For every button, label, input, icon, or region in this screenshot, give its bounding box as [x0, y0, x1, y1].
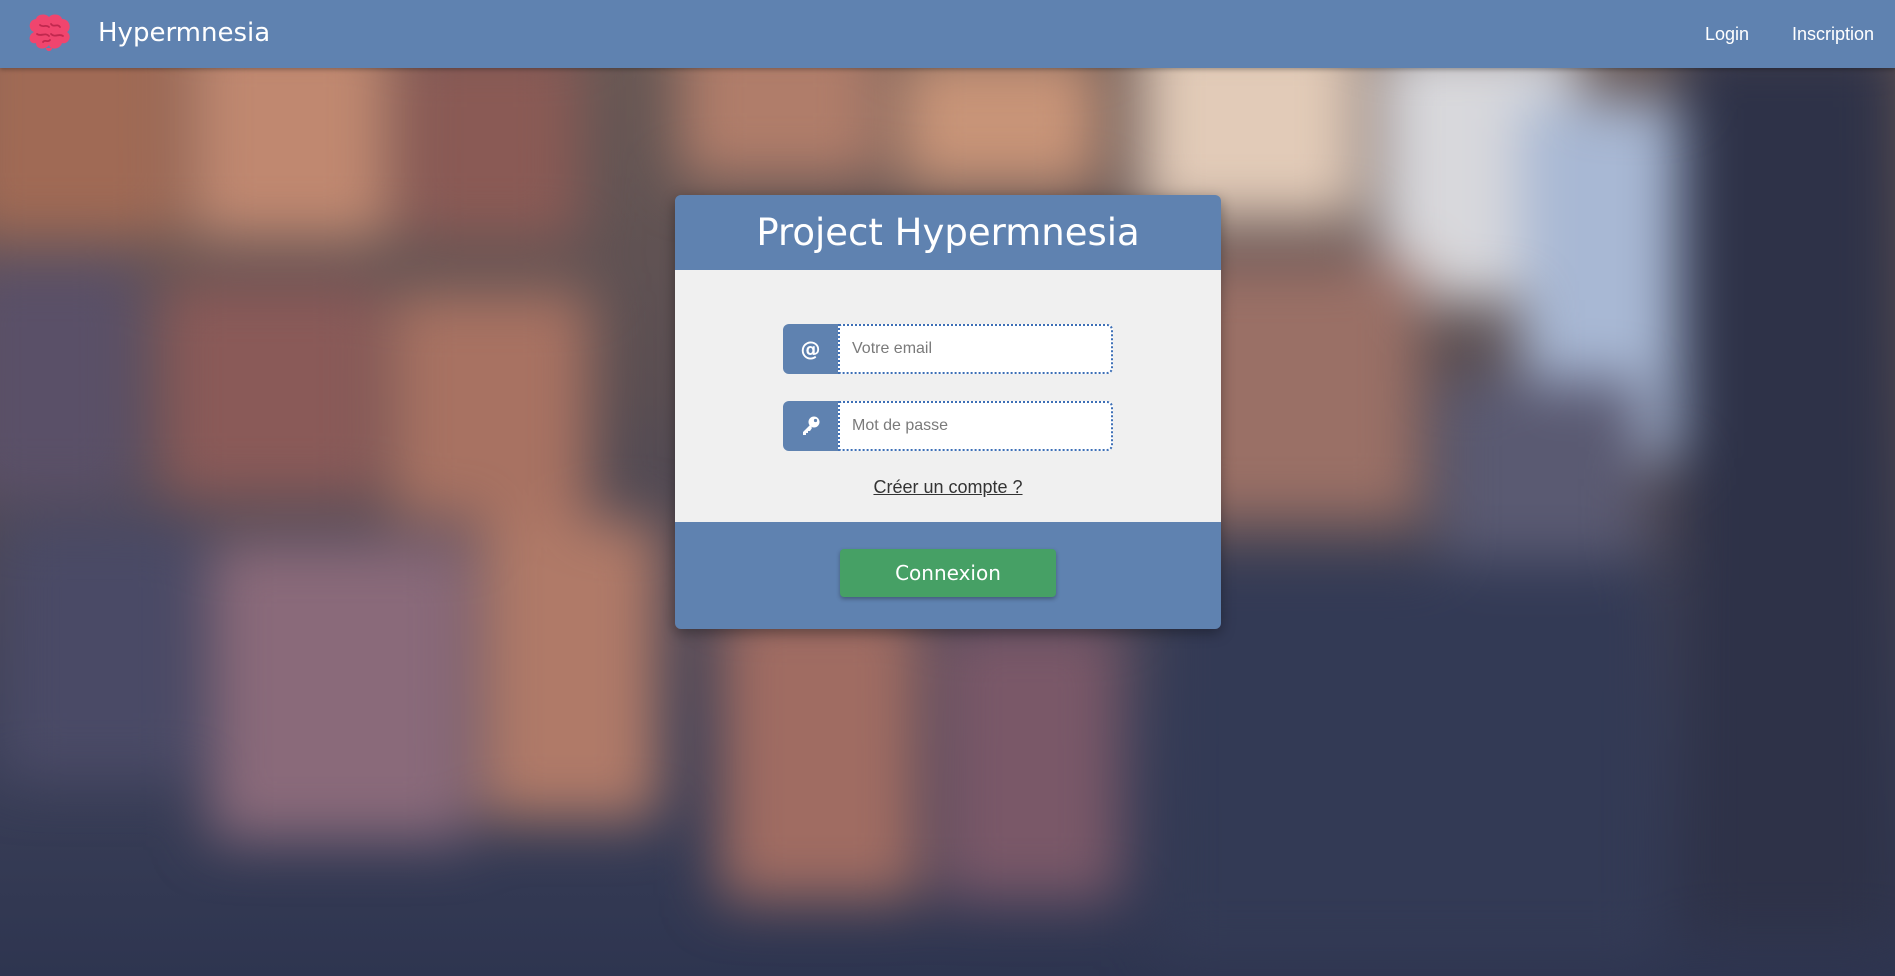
brain-icon[interactable] — [24, 12, 76, 54]
card-footer: Connexion — [675, 522, 1221, 629]
top-navbar: Hypermnesia Login Inscription — [0, 0, 1895, 68]
password-input-group — [783, 401, 1113, 451]
card-header: Project Hypermnesia — [675, 195, 1221, 270]
nav-login-link[interactable]: Login — [1705, 22, 1749, 46]
create-account-link[interactable]: Créer un compte ? — [675, 477, 1221, 498]
email-input-group: @ — [783, 324, 1113, 374]
card-title: Project Hypermnesia — [756, 211, 1140, 254]
email-field[interactable] — [838, 324, 1113, 374]
connexion-button[interactable]: Connexion — [840, 549, 1056, 597]
nav-signup-link[interactable]: Inscription — [1792, 22, 1874, 46]
key-icon — [783, 401, 838, 451]
at-icon: @ — [783, 324, 838, 374]
brand-name[interactable]: Hypermnesia — [98, 16, 270, 50]
password-field[interactable] — [838, 401, 1113, 451]
